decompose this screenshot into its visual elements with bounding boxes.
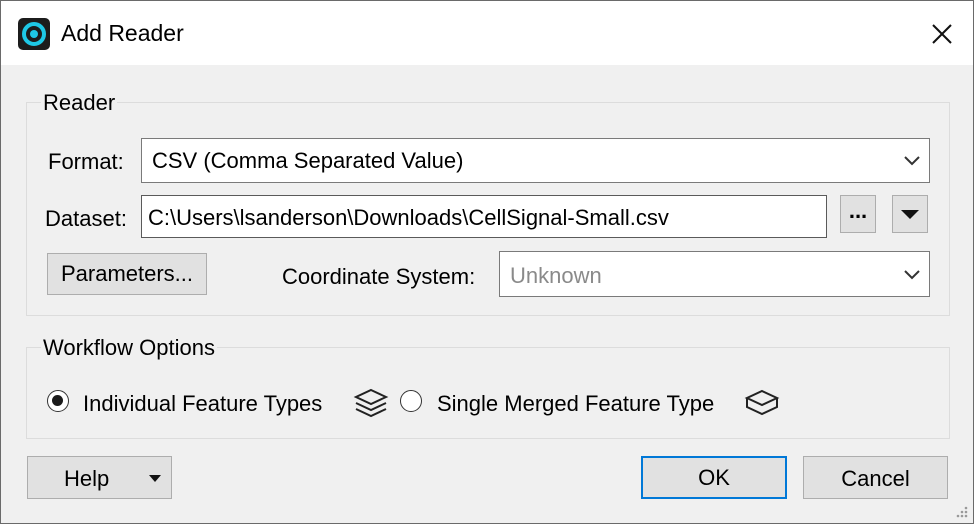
chevron-down-icon: [904, 270, 920, 280]
ok-button[interactable]: OK: [641, 456, 787, 499]
help-label: Help: [64, 466, 110, 491]
individual-feature-types-label[interactable]: Individual Feature Types: [83, 391, 322, 417]
triangle-down-icon: [901, 210, 919, 219]
dataset-input[interactable]: C:\Users\lsanderson\Downloads\CellSignal…: [141, 195, 827, 238]
dataset-menu-button[interactable]: [892, 195, 928, 233]
help-button[interactable]: Help: [27, 456, 172, 499]
dataset-label: Dataset:: [45, 206, 127, 231]
radio-selected-dot: [52, 395, 63, 406]
coordinate-system-dropdown[interactable]: Unknown: [499, 251, 930, 297]
parameters-label: Parameters...: [60, 261, 194, 286]
browse-label: ...: [848, 198, 868, 223]
coordinate-system-value: Unknown: [510, 263, 602, 288]
individual-feature-types-radio[interactable]: [47, 390, 69, 412]
coordinate-system-label: Coordinate System:: [282, 264, 476, 289]
cancel-label: Cancel: [841, 466, 910, 491]
browse-button[interactable]: ...: [840, 195, 876, 233]
format-label: Format:: [48, 149, 124, 174]
fme-logo-icon: [18, 18, 50, 50]
stacked-layers-icon: [353, 388, 389, 418]
cancel-button[interactable]: Cancel: [803, 456, 948, 499]
format-dropdown[interactable]: CSV (Comma Separated Value): [141, 138, 930, 183]
parameters-button[interactable]: Parameters...: [47, 253, 207, 295]
caret-down-icon: [149, 475, 161, 482]
add-reader-dialog: Add Reader Reader Format: CSV (Comma Sep…: [0, 0, 974, 524]
close-icon[interactable]: [923, 15, 961, 53]
resize-grip-icon[interactable]: [953, 503, 969, 519]
single-merged-feature-type-radio[interactable]: [400, 390, 422, 412]
ok-label: OK: [698, 465, 730, 490]
dataset-value: C:\Users\lsanderson\Downloads\CellSignal…: [148, 205, 669, 230]
reader-group-label: Reader: [41, 90, 118, 116]
chevron-down-icon: [904, 156, 920, 166]
workflow-options-label: Workflow Options: [41, 335, 217, 361]
dialog-title: Add Reader: [61, 20, 184, 46]
format-value: CSV (Comma Separated Value): [152, 148, 464, 173]
title-bar: Add Reader: [1, 1, 973, 65]
single-merged-feature-type-label[interactable]: Single Merged Feature Type: [437, 391, 714, 417]
merged-layer-icon: [744, 389, 780, 416]
